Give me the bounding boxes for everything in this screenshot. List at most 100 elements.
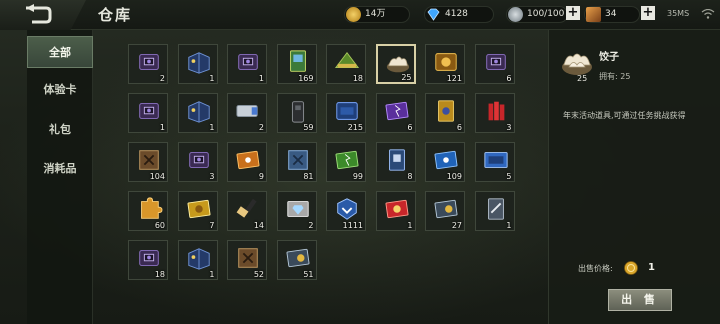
blue-book-icon [287, 150, 308, 170]
coins-display: 14万 [344, 6, 410, 23]
inventory-slot[interactable]: 9 [227, 142, 267, 182]
inventory-slot[interactable]: 99 [326, 142, 366, 182]
tab-consumables[interactable]: 消耗品 [27, 153, 93, 185]
inventory-slot[interactable]: 1 [474, 191, 515, 231]
inventory-slot[interactable]: 6 [474, 44, 515, 84]
gold-crate-icon [435, 53, 457, 71]
item-detail-panel: 25 饺子 拥有: 25 年末活动道具,可通过任务挑战获得 出售价格: [548, 30, 720, 324]
item-count: 14 [253, 221, 264, 230]
price-label: 出售价格: [578, 264, 613, 273]
item-count: 109 [446, 172, 462, 181]
item-count: 7 [209, 221, 215, 230]
item-count: 1 [209, 270, 215, 279]
zongzi-icon [334, 51, 360, 69]
inventory-slot[interactable]: 27 [425, 191, 465, 231]
inventory-slot[interactable]: 59 [276, 93, 317, 133]
category-sidebar: 全部 体验卡 礼包 消耗品 [27, 30, 93, 324]
inventory-slot[interactable]: 81 [276, 142, 317, 182]
inventory-slot[interactable]: 2 [276, 191, 317, 231]
item-count: 121 [446, 74, 462, 83]
item-count: 52 [253, 270, 264, 279]
blue-box-icon [187, 52, 210, 74]
price-coin-icon [624, 261, 638, 275]
item-count: 215 [347, 123, 363, 132]
inventory-slot[interactable]: 3 [177, 142, 218, 182]
stamina-display: 100/100 [506, 6, 568, 23]
firecracker-icon [488, 101, 504, 121]
inventory-slot[interactable]: 121 [425, 44, 465, 84]
inventory-slot[interactable]: 6 [425, 93, 465, 133]
inventory-slot[interactable]: 1 [227, 44, 267, 84]
inventory-slot[interactable]: 109 [425, 142, 465, 182]
purple-chest-icon [139, 103, 159, 119]
blue-box-icon [187, 101, 210, 123]
inventory-slot[interactable]: 6 [375, 93, 416, 133]
inventory-slot[interactable]: 60 [128, 191, 168, 231]
diamond-card-icon [286, 201, 309, 217]
item-count: 51 [303, 270, 314, 279]
inventory-slot[interactable]: 2 [128, 44, 168, 84]
diamond-icon [426, 7, 441, 22]
inventory-slot[interactable]: 8 [375, 142, 416, 182]
item-count: 2 [258, 123, 264, 132]
inventory-slot[interactable]: 1 [128, 93, 168, 133]
inventory-slot[interactable]: 7 [177, 191, 218, 231]
back-button[interactable] [0, 0, 86, 30]
purple-chest-icon [139, 54, 159, 70]
add-tickets-button[interactable]: + [641, 6, 655, 20]
item-count: 60 [154, 221, 165, 230]
inventory-slot[interactable]: 1 [375, 191, 416, 231]
inventory-slot[interactable]: 169 [276, 44, 317, 84]
inventory-slot[interactable]: 52 [227, 240, 267, 280]
network-latency: 35MS [667, 9, 690, 18]
inventory-slot[interactable]: 104 [128, 142, 168, 182]
inventory-slot[interactable]: 2 [227, 93, 267, 133]
inventory-slot[interactable]: 14 [227, 191, 267, 231]
inventory-slot[interactable]: 3 [474, 93, 515, 133]
ammo-clip-icon [236, 104, 258, 118]
add-stamina-button[interactable]: + [566, 6, 580, 20]
purple-chest-icon [188, 152, 209, 168]
inventory-slot[interactable]: 51 [276, 240, 317, 280]
rank-badge-icon [337, 198, 357, 220]
gold-card-icon [438, 100, 454, 122]
item-count: 1 [159, 123, 165, 132]
item-count: 1 [209, 74, 215, 83]
monthly-card-icon [286, 248, 309, 268]
tab-gift-packs[interactable]: 礼包 [27, 114, 93, 146]
inventory-slot[interactable]: 1 [177, 240, 218, 280]
detail-count: 25 [577, 74, 588, 83]
purple-chest-icon [238, 54, 258, 70]
item-count: 1 [407, 221, 413, 230]
rifle-card-icon [487, 198, 504, 220]
rename-card-icon [483, 152, 508, 168]
item-owned: 拥有: 25 [599, 72, 631, 81]
radio-icon [291, 101, 304, 123]
blue-crate-icon [336, 102, 358, 120]
tab-all[interactable]: 全部 [27, 36, 93, 68]
inventory-slot[interactable]: 5 [474, 142, 515, 182]
inventory-slot[interactable]: 215 [326, 93, 366, 133]
inventory-slot[interactable]: 18 [128, 240, 168, 280]
item-count: 2 [159, 74, 165, 83]
tab-trial-cards[interactable]: 体验卡 [27, 74, 93, 106]
inventory-slot[interactable]: 1111 [326, 191, 366, 231]
inventory-slot[interactable]: 1 [177, 93, 218, 133]
card-pack-icon [289, 50, 306, 72]
item-grid: 2 1 1 169 18 25 121 6 1 1 2 59 215 6 6 3 104 3 9 81 99 8 109 5 6… [128, 44, 518, 314]
item-count: 5 [506, 172, 512, 181]
inventory-slot[interactable]: 18 [326, 44, 366, 84]
inventory-slot[interactable]: 1 [177, 44, 218, 84]
item-count: 104 [149, 172, 165, 181]
wifi-icon [701, 9, 715, 19]
orange-ticket-icon [236, 150, 260, 170]
stamina-value: 100/100 [527, 9, 565, 19]
monthly-card-icon [434, 199, 458, 219]
top-bar: 仓库 14万 4128 100/100 + 34 + 35MS [0, 0, 720, 30]
inventory-slot[interactable]: 25 [375, 44, 416, 84]
blue-box-icon [187, 248, 210, 270]
item-count: 8 [407, 172, 413, 181]
sell-button[interactable]: 出 售 [608, 289, 672, 311]
item-description: 年末活动道具,可通过任务挑战获得 [563, 111, 686, 120]
item-count: 1111 [342, 221, 363, 230]
